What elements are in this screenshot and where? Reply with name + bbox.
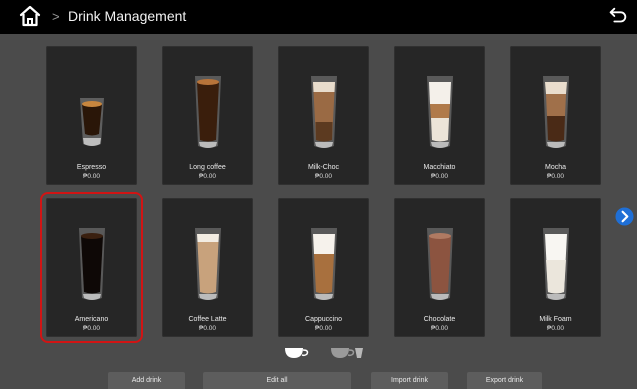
pager-page-2-icon[interactable] — [329, 346, 365, 360]
import-drink-button[interactable]: Import drink — [371, 372, 448, 389]
pager-page-1-icon[interactable] — [283, 346, 311, 360]
export-drink-button[interactable]: Export drink — [467, 372, 542, 389]
chocolate-glass-image — [426, 228, 453, 300]
page-title: Drink Management — [68, 8, 187, 24]
drink-price: ₱0.00 — [199, 173, 216, 180]
add-drink-button[interactable]: Add drink — [108, 372, 185, 389]
drink-card-milk-choc[interactable]: Milk-Choc ₱0.00 — [278, 46, 369, 185]
drink-name: Cappuccino — [305, 316, 342, 323]
drink-card-macchiato[interactable]: Macchiato ₱0.00 — [394, 46, 485, 185]
espresso-glass-image — [79, 98, 104, 146]
drink-name: Macchiato — [423, 164, 456, 171]
drink-name: Milk-Choc — [307, 164, 340, 171]
drink-card-milk-foam[interactable]: Milk Foam ₱0.00 — [510, 198, 601, 337]
mocha-glass-image — [542, 76, 569, 148]
drink-price: ₱0.00 — [199, 325, 216, 332]
drink-card-chocolate[interactable]: Chocolate ₱0.00 — [394, 198, 485, 337]
drink-name: Espresso — [76, 164, 107, 171]
drink-card-coffee-latte[interactable]: Coffee Latte ₱0.00 — [162, 198, 253, 337]
drink-card-mocha[interactable]: Mocha ₱0.00 — [510, 46, 601, 185]
drink-price: ₱0.00 — [315, 173, 332, 180]
drink-name: Coffee Latte — [188, 316, 227, 323]
breadcrumb-separator: > — [52, 9, 60, 24]
long-coffee-glass-image — [194, 76, 221, 148]
home-icon[interactable] — [18, 4, 42, 28]
drink-name: Americano — [74, 316, 109, 323]
bottom-toolbar: Add drink Edit all Import drink Export d… — [0, 372, 637, 389]
drink-price: ₱0.00 — [431, 173, 448, 180]
drink-name: Chocolate — [423, 316, 456, 323]
drink-price: ₱0.00 — [83, 325, 100, 332]
macchiato-glass-image — [426, 76, 453, 148]
drink-price: ₱0.00 — [315, 325, 332, 332]
drink-card-cappuccino[interactable]: Cappuccino ₱0.00 — [278, 198, 369, 337]
edit-all-button[interactable]: Edit all — [203, 372, 351, 389]
americano-glass-image — [78, 228, 105, 300]
drink-price: ₱0.00 — [431, 325, 448, 332]
top-bar: > Drink Management — [0, 0, 637, 34]
coffee-latte-glass-image — [194, 228, 221, 300]
drink-grid: Espresso ₱0.00 Long coffee ₱0.00 Milk-Ch… — [40, 46, 601, 343]
drink-name: Mocha — [544, 164, 566, 171]
drink-price: ₱0.00 — [547, 173, 564, 180]
milk-foam-glass-image — [542, 228, 569, 300]
drink-card-long-coffee[interactable]: Long coffee ₱0.00 — [162, 46, 253, 185]
drink-name: Milk Foam — [539, 316, 572, 323]
drink-price: ₱0.00 — [547, 325, 564, 332]
drink-card-americano[interactable]: Americano ₱0.00 — [40, 192, 143, 343]
drink-name: Long coffee — [189, 164, 226, 171]
drink-price: ₱0.00 — [83, 173, 100, 180]
cappuccino-glass-image — [310, 228, 337, 300]
milk-choc-glass-image — [310, 76, 337, 148]
back-icon[interactable] — [607, 5, 629, 27]
drink-card-espresso[interactable]: Espresso ₱0.00 — [46, 46, 137, 185]
next-page-button[interactable] — [615, 207, 634, 226]
